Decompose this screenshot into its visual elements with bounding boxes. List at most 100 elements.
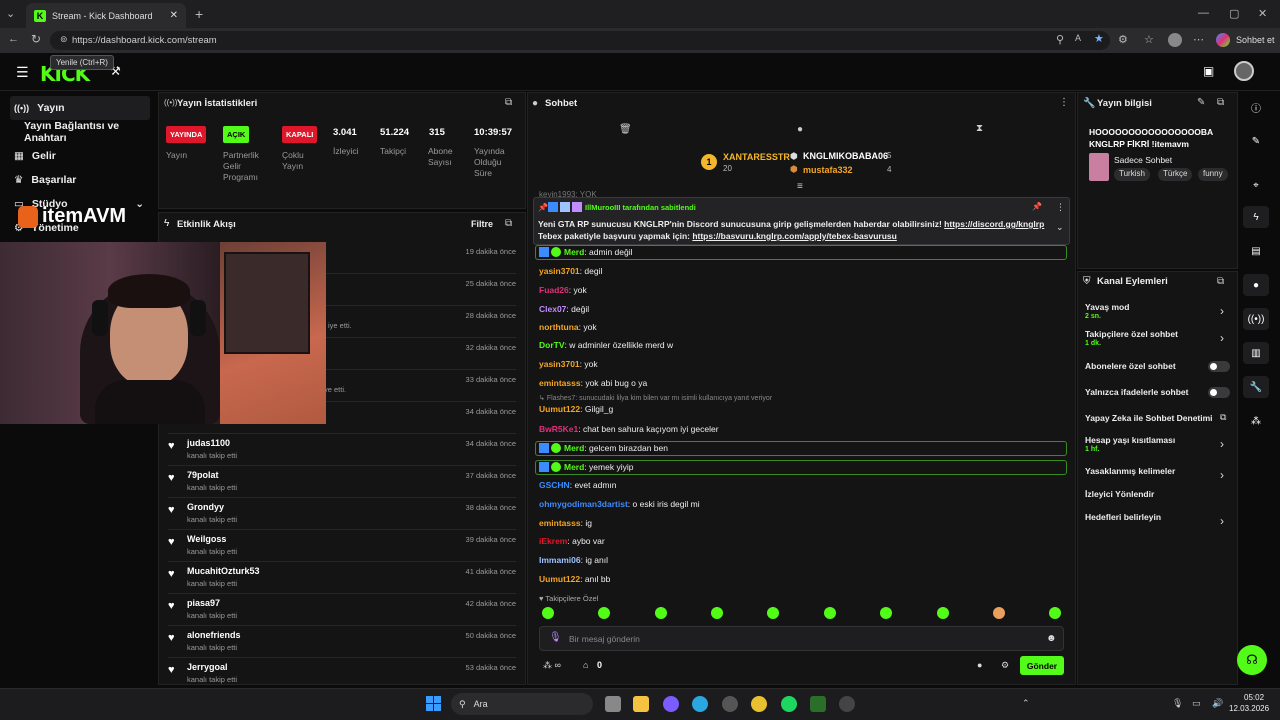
chat-username[interactable]: Fuad26 — [539, 285, 569, 295]
emote-icon[interactable] — [542, 607, 554, 619]
task-view-icon[interactable] — [605, 696, 621, 712]
microphone-icon[interactable]: 🎙 — [549, 632, 562, 643]
broadcast-toggle-icon[interactable]: ((•)) — [1243, 308, 1269, 330]
pinned-menu-icon[interactable]: ⋮ — [1056, 202, 1065, 213]
action-label[interactable]: Yavaş mod — [1085, 302, 1129, 312]
toggle-switch[interactable] — [1208, 361, 1230, 372]
tray-chevron-icon[interactable]: ⌃ — [1022, 698, 1030, 709]
crosshair-icon[interactable]: ⌖ — [1243, 174, 1269, 196]
pencil-icon[interactable]: ✎ — [1243, 130, 1269, 152]
people-icon[interactable]: ⁂ — [1243, 410, 1269, 432]
preview-icon[interactable]: ▣ — [1203, 64, 1214, 78]
emote-icon[interactable] — [598, 607, 610, 619]
pinned-link[interactable]: https://discord.gg/knglrp — [944, 219, 1044, 229]
trash-icon[interactable]: 🗑 — [619, 124, 632, 135]
microphone-tray-icon[interactable]: 🎙 — [1172, 698, 1183, 709]
document-icon[interactable]: ▤ — [1243, 240, 1269, 262]
chat-rules-icon[interactable]: ● — [977, 660, 982, 670]
tab-list-icon[interactable]: ⌄ — [6, 7, 15, 20]
chevron-right-icon[interactable]: › — [1220, 514, 1224, 528]
popout-icon[interactable]: ⧉ — [505, 218, 512, 229]
chevron-right-icon[interactable]: › — [1220, 468, 1224, 482]
tag-turkce[interactable]: Türkçe — [1158, 168, 1193, 181]
spotify-icon[interactable] — [781, 696, 797, 712]
action-label[interactable]: Abonelere özel sohbet — [1085, 361, 1176, 371]
external-link-icon[interactable]: ⧉ — [1220, 412, 1226, 423]
nav-item-yayin[interactable]: ((•)) Yayın — [10, 96, 150, 120]
edge-icon[interactable] — [692, 696, 708, 712]
collections-icon[interactable]: ☆ — [1144, 33, 1154, 46]
chat-username[interactable]: Merd — [564, 462, 584, 472]
chevron-down-icon[interactable]: ⌄ — [1056, 222, 1064, 233]
app-icon[interactable] — [839, 696, 855, 712]
close-window-button[interactable]: ✕ — [1258, 7, 1267, 20]
chrome-icon[interactable] — [751, 696, 767, 712]
chat-username[interactable]: DorTV — [539, 340, 565, 350]
emote-icon[interactable] — [824, 607, 836, 619]
action-label[interactable]: Yalnızca ifadelerle sohbet — [1085, 387, 1188, 397]
action-label[interactable]: Yasaklanmış kelimeler — [1085, 466, 1175, 476]
reload-icon[interactable]: ↻ — [31, 32, 41, 46]
filter-button[interactable]: Filtre — [471, 219, 493, 229]
chevron-right-icon[interactable]: › — [1220, 437, 1224, 451]
chat-username[interactable]: BwR5Ke1 — [539, 424, 578, 434]
nav-item-stream-key[interactable]: Yayın Bağlantısı ve Anahtarı — [20, 120, 157, 144]
item-name[interactable]: piasa97 — [187, 598, 220, 608]
item-name[interactable]: Jerrygoal — [187, 662, 228, 672]
action-label[interactable]: Hedefleri belirleyin — [1085, 512, 1161, 522]
popout-icon[interactable]: ⧉ — [1217, 97, 1224, 108]
extensions-icon[interactable]: ⚙ — [1118, 33, 1128, 46]
file-explorer-icon[interactable] — [633, 696, 649, 712]
edit-pencil-icon[interactable]: ✎ — [1197, 97, 1205, 108]
zoom-icon[interactable]: ⚲ — [1056, 33, 1064, 46]
emote-icon[interactable] — [767, 607, 779, 619]
action-label[interactable]: İzleyici Yönlendir — [1085, 489, 1154, 499]
read-aloud-icon[interactable]: A — [1075, 33, 1081, 43]
start-menu-icon[interactable] — [426, 696, 441, 711]
chat-username[interactable]: yasin3701 — [539, 359, 580, 369]
emote-icon[interactable] — [1049, 607, 1061, 619]
leader-first-name[interactable]: XANTARESSTR — [723, 152, 790, 162]
expand-icon[interactable]: ≡ — [797, 181, 803, 192]
chat-username[interactable]: Merd — [564, 443, 584, 453]
chat-username[interactable]: Uumut122 — [539, 404, 580, 414]
action-label[interactable]: Hesap yaşı kısıtlaması — [1085, 435, 1175, 445]
unpin-icon[interactable]: 📌 — [1032, 202, 1042, 211]
back-icon[interactable]: ← — [8, 33, 19, 45]
action-label[interactable]: Takipçilere özel sohbet — [1085, 329, 1178, 339]
item-name[interactable]: Grondyy — [187, 502, 224, 512]
discord-icon[interactable] — [663, 696, 679, 712]
layout-icon[interactable]: ▥ — [1243, 342, 1269, 364]
kick-app-icon[interactable] — [810, 696, 826, 712]
chat-username[interactable]: ohmygodiman3dartist — [539, 499, 628, 509]
item-name[interactable]: 79polat — [187, 470, 219, 480]
taskbar-search[interactable]: ⚲ Ara — [451, 693, 593, 715]
item-name[interactable]: judas1100 — [187, 438, 230, 448]
category-name[interactable]: Sadece Sohbet — [1114, 155, 1172, 165]
chat-toggle-icon[interactable]: ● — [1243, 274, 1269, 296]
clock-date[interactable]: 12.03.2026 — [1229, 704, 1269, 713]
hourglass-icon[interactable]: ⧗ — [976, 123, 983, 134]
volume-icon[interactable]: 🔊 — [1212, 698, 1223, 709]
nav-item-gelir[interactable]: ▦ Gelir — [10, 144, 150, 168]
chat-username[interactable]: Clex07 — [539, 304, 566, 314]
profile-avatar[interactable] — [1168, 33, 1182, 47]
leader-third-name[interactable]: mustafa332 — [803, 165, 853, 175]
chat-username[interactable]: Uumut122 — [539, 574, 580, 584]
url-field[interactable]: https://dashboard.kick.com/stream — [50, 31, 1110, 50]
settings-gear-icon[interactable]: ⚙ — [1001, 660, 1009, 671]
tag-turkish[interactable]: Turkish — [1114, 168, 1150, 181]
action-label[interactable]: Yapay Zeka ile Sohbet Denetimi — [1085, 413, 1213, 423]
channel-points-icon[interactable]: ⁂ ∞ — [543, 660, 561, 671]
support-chat-button[interactable]: ☊ — [1237, 645, 1267, 675]
emote-icon[interactable] — [711, 607, 723, 619]
item-name[interactable]: MucahitOzturk53 — [187, 566, 260, 576]
chat-username[interactable]: Merd — [564, 247, 584, 257]
obs-icon[interactable] — [722, 696, 738, 712]
emote-icon[interactable] — [937, 607, 949, 619]
tools-toggle-icon[interactable]: 🔧 — [1243, 376, 1269, 398]
chat-username[interactable]: northtuna — [539, 322, 579, 332]
favorite-star-icon[interactable]: ★ — [1094, 32, 1104, 45]
nav-item-basarilar[interactable]: ♛ Başarılar — [10, 168, 150, 192]
popout-icon[interactable]: ⧉ — [505, 97, 512, 108]
